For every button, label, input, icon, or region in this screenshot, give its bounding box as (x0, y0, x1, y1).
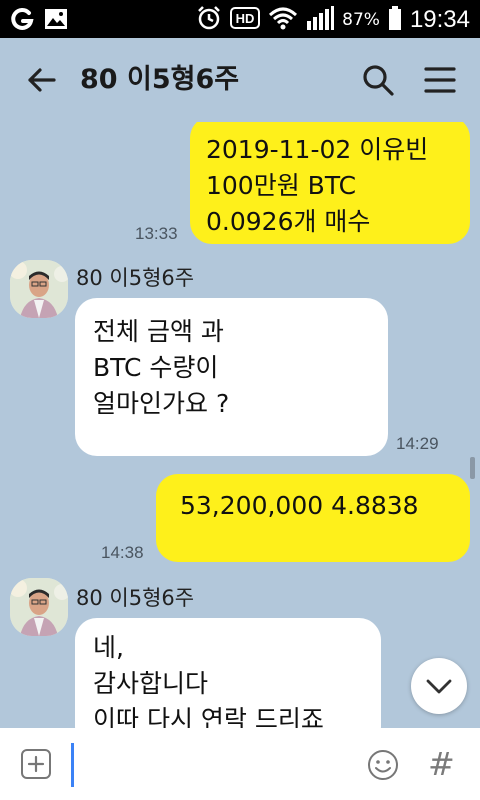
input-bar: # (0, 728, 480, 800)
avatar[interactable] (10, 260, 68, 318)
emoji-icon (368, 750, 398, 780)
menu-icon (424, 67, 456, 93)
text-cursor (71, 743, 74, 787)
attach-button[interactable] (20, 748, 52, 780)
avatar[interactable] (10, 578, 68, 636)
search-button[interactable] (358, 60, 398, 100)
message-text: 네, 감사합니다 이따 다시 연락 드리죠 (93, 633, 324, 728)
signal-icon (306, 5, 335, 35)
chevron-down-icon (426, 679, 452, 694)
my-message-bubble[interactable]: 53,200,000 4.8838 (156, 474, 470, 562)
hd-icon: HD (230, 6, 261, 34)
wifi-icon (268, 6, 298, 34)
message-time: 13:33 (135, 224, 178, 243)
their-message-bubble[interactable]: 전체 금액 과 BTC 수량이 얼마인가요 ? (75, 298, 388, 456)
gallery-icon (44, 7, 68, 35)
message-text: 53,200,000 4.8838 (180, 491, 419, 520)
scroll-to-bottom-button[interactable] (411, 658, 467, 714)
sender-name: 80 이5형6주 (76, 266, 195, 290)
clock: 19:34 (409, 6, 470, 33)
message-time: 14:29 (396, 434, 439, 453)
chat-header: 80 이5형6주 (0, 38, 480, 122)
search-icon (363, 65, 394, 96)
message-time: 14:38 (101, 543, 144, 562)
message-input[interactable] (68, 740, 348, 788)
message-text: 전체 금액 과 BTC 수량이 얼마인가요 ? (93, 317, 230, 418)
battery-percent: 87% (342, 10, 380, 30)
plus-icon (21, 749, 51, 779)
menu-button[interactable] (420, 60, 460, 100)
back-arrow-icon (28, 68, 56, 92)
svg-text:HD: HD (236, 11, 255, 26)
emoji-button[interactable] (366, 748, 400, 782)
their-message-bubble[interactable]: 네, 감사합니다 이따 다시 연락 드리죠 (75, 618, 381, 728)
profile-photo-icon (10, 578, 68, 636)
back-button[interactable] (22, 60, 62, 100)
my-message-bubble[interactable]: 2019-11-02 이유빈 100만원 BTC 0.0926개 매수 (190, 122, 470, 244)
message-text: 2019-11-02 이유빈 100만원 BTC 0.0926개 매수 (206, 135, 429, 236)
chat-title: 80 이5형6주 (80, 64, 240, 95)
battery-icon (388, 5, 402, 35)
sender-name: 80 이5형6주 (76, 586, 195, 610)
alarm-icon (196, 5, 222, 35)
profile-photo-icon (10, 260, 68, 318)
status-bar: HD 87% 19:34 (0, 0, 480, 38)
chat-area[interactable]: 2019-11-02 이유빈 100만원 BTC 0.0926개 매수 13:3… (0, 122, 480, 728)
carrier-g-icon (10, 6, 34, 36)
scrollbar[interactable] (470, 457, 475, 479)
hash-button[interactable]: # (428, 740, 455, 788)
